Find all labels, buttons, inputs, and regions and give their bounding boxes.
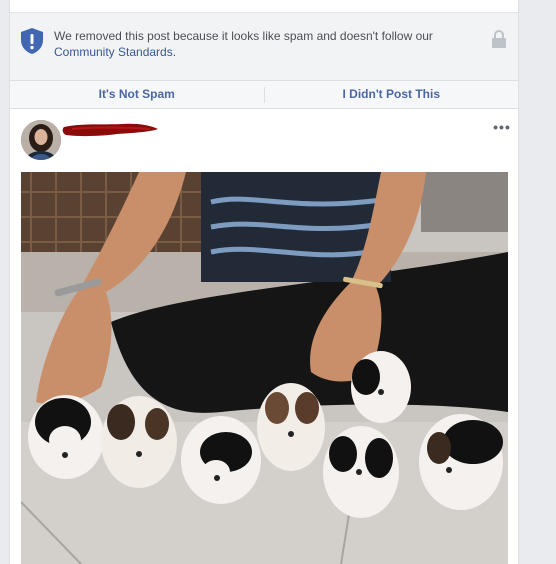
lock-icon xyxy=(492,30,506,48)
notice-suffix: . xyxy=(172,45,177,59)
post-photo[interactable] xyxy=(21,172,508,564)
avatar[interactable] xyxy=(21,120,61,160)
redacted-name xyxy=(62,123,158,137)
its-not-spam-button[interactable]: It's Not Spam xyxy=(10,81,264,108)
post-header: ••• xyxy=(10,108,518,168)
post-card: We removed this post because it looks li… xyxy=(9,0,519,564)
puppies-photo xyxy=(21,172,508,564)
notice-body: We removed this post because it looks li… xyxy=(54,29,433,43)
more-options-icon[interactable]: ••• xyxy=(492,120,512,134)
shield-icon xyxy=(21,28,43,54)
notice-message: We removed this post because it looks li… xyxy=(54,28,474,60)
community-standards-link[interactable]: Community Standards xyxy=(54,45,173,59)
spam-notice: We removed this post because it looks li… xyxy=(10,12,518,81)
i-didnt-post-this-button[interactable]: I Didn't Post This xyxy=(265,81,519,108)
notice-actions: It's Not Spam I Didn't Post This xyxy=(10,80,518,109)
